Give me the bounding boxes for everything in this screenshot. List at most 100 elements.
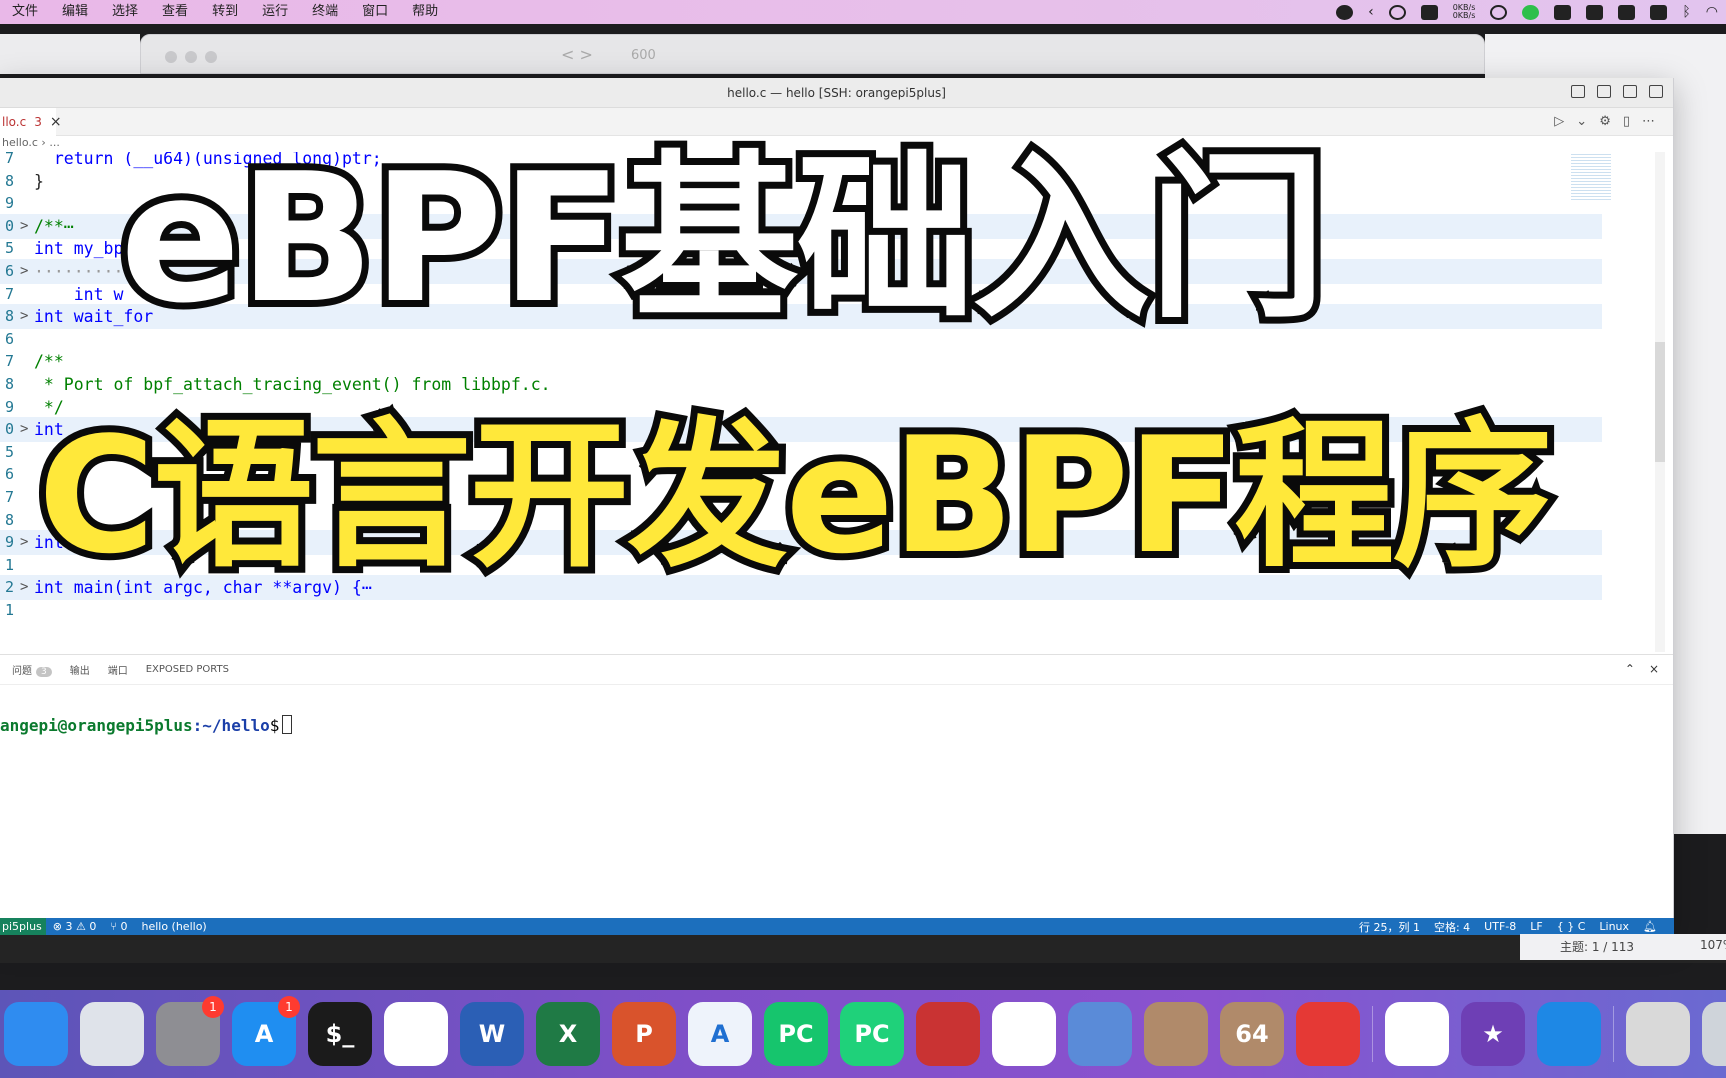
dock-chrome-icon[interactable] (384, 1002, 448, 1066)
dock-system-settings-icon[interactable]: 1 (156, 996, 224, 1066)
dock-instruments-icon[interactable]: A (688, 1002, 752, 1066)
menu-item-5[interactable]: 运行 (250, 0, 300, 24)
minimap[interactable] (1571, 154, 1611, 202)
chevron-down-icon[interactable]: ⌄ (1576, 114, 1587, 129)
menu-item-6[interactable]: 终端 (300, 0, 350, 24)
menu-item-4[interactable]: 转到 (200, 0, 250, 24)
more-icon[interactable]: ⋯ (1642, 114, 1655, 129)
dock-pref-avatar-icon[interactable] (1144, 1002, 1208, 1066)
nav-arrows[interactable]: < > (561, 45, 593, 64)
code-line[interactable]: 7 /** (0, 349, 1602, 374)
dock-word-icon[interactable]: W (460, 1002, 524, 1066)
terminal-prompt: angepi@orangepi5plus:~/hello$ (0, 715, 293, 735)
cat-icon[interactable] (1420, 4, 1438, 20)
dock-infuse-icon[interactable] (1537, 1002, 1601, 1066)
notification-badge: 1 (278, 996, 300, 1018)
background-window-left (0, 34, 140, 74)
dock-preview-icon[interactable] (1626, 1002, 1690, 1066)
menu-item-7[interactable]: 窗口 (350, 0, 400, 24)
ports-status[interactable]: ⑂ 0 (103, 920, 134, 933)
notifications-icon[interactable]: 🔔︎ (1636, 920, 1664, 933)
dock-imovie-icon[interactable]: ★ (1461, 1002, 1525, 1066)
input-icon[interactable] (1650, 4, 1668, 20)
line-number: 7 (4, 284, 14, 303)
dock-powerpoint-icon[interactable]: P (612, 1002, 676, 1066)
dock-excel-icon[interactable]: X (536, 1002, 600, 1066)
vpn-icon[interactable] (1388, 4, 1406, 20)
menu-item-0[interactable]: 文件 (0, 0, 50, 24)
n-icon[interactable] (1522, 4, 1540, 20)
tab-output[interactable]: 输出 (70, 662, 90, 677)
dock-app-store-icon[interactable]: A1 (232, 996, 300, 1066)
code-text: /** (34, 352, 64, 372)
run-icon[interactable]: ▷ (1554, 114, 1564, 129)
record-icon[interactable] (1336, 4, 1354, 20)
toggle-panel-icon[interactable] (1597, 85, 1611, 98)
close-icon[interactable]: × (50, 114, 62, 130)
encoding[interactable]: UTF-8 (1477, 920, 1523, 933)
indentation[interactable]: 空格: 4 (1427, 919, 1477, 935)
dock-simulator-icon[interactable] (1068, 1002, 1132, 1066)
split-editor-icon[interactable]: ▯ (1623, 114, 1630, 129)
dock-parallels-icon[interactable] (916, 1002, 980, 1066)
overlay-subtitle: C语言开发eBPF程序 (31, 402, 1559, 589)
cast-icon[interactable] (1586, 4, 1604, 20)
dock-icon-label: $_ (325, 1020, 355, 1048)
dock-icon-label: W (478, 1020, 506, 1048)
fold-chevron-icon[interactable]: > (20, 417, 28, 442)
editor-scrollbar[interactable] (1655, 152, 1665, 652)
status-area: ‹ 0KB/s 0KB/s ᛒ ◠ (1336, 0, 1718, 24)
dock-vscode-icon[interactable] (992, 1002, 1056, 1066)
code-line[interactable]: 1 (0, 598, 1602, 623)
tab-problems[interactable]: 问题 3 (12, 662, 52, 677)
dock-pycharm-ce-icon[interactable]: PC (840, 1002, 904, 1066)
tab-ports[interactable]: 端口 (108, 662, 128, 677)
problems-status[interactable]: ⊗ 3 ⚠ 0 (46, 920, 104, 933)
language-mode[interactable]: { } C (1550, 920, 1593, 933)
dock-launchpad-icon[interactable] (80, 1002, 144, 1066)
dock-safari-icon[interactable] (1385, 1002, 1449, 1066)
workspace-status[interactable]: hello (hello) (134, 920, 213, 933)
dock-pref-avatar-64-icon[interactable]: 64 (1220, 1002, 1284, 1066)
dock-xmind-icon[interactable] (1296, 1002, 1360, 1066)
end-of-line[interactable]: LF (1523, 920, 1549, 933)
dock-terminal-icon[interactable]: $_ (308, 1002, 372, 1066)
customize-layout-icon[interactable] (1649, 85, 1663, 98)
line-number: 7 (4, 488, 14, 506)
close-panel-icon[interactable]: × (1649, 662, 1659, 676)
wifi-icon[interactable]: ◠ (1706, 4, 1718, 20)
remote-indicator[interactable]: pi5plus (0, 918, 46, 935)
cursor-position[interactable]: 行 25，列 1 (1352, 919, 1427, 935)
line-number: 8 (4, 375, 14, 393)
tab-hello-c[interactable]: llo.c 3 × (0, 108, 62, 136)
gear-icon[interactable]: ⚙ (1599, 114, 1611, 129)
play-icon[interactable] (1490, 4, 1508, 20)
fold-chevron-icon[interactable]: > (20, 530, 28, 555)
code-text: int w (34, 284, 124, 304)
traffic-lights[interactable] (165, 51, 217, 63)
fold-chevron-icon[interactable]: > (20, 575, 28, 600)
menu-item-8[interactable]: 帮助 (400, 0, 450, 24)
menu-item-2[interactable]: 选择 (100, 0, 150, 24)
menu-item-3[interactable]: 查看 (150, 0, 200, 24)
maximize-panel-icon[interactable]: ⌃ (1625, 662, 1635, 676)
code-line[interactable]: 8 * Port of bpf_attach_tracing_event() f… (0, 372, 1602, 397)
dock-trash-icon[interactable] (1702, 1002, 1726, 1066)
os-indicator: Linux (1599, 920, 1630, 933)
dock-pycharm-icon[interactable]: PC (764, 1002, 828, 1066)
toggle-sidebar-icon[interactable] (1571, 85, 1585, 98)
bluetooth-icon[interactable]: ᛒ (1682, 4, 1690, 20)
shield-icon[interactable] (1618, 4, 1636, 20)
battery-icon[interactable] (1554, 4, 1572, 20)
tab-exposed-ports[interactable]: EXPOSED PORTS (146, 664, 229, 675)
chevron-left-icon[interactable]: ‹ (1368, 4, 1374, 20)
fold-chevron-icon[interactable]: > (20, 259, 28, 284)
menu-item-1[interactable]: 编辑 (50, 0, 100, 24)
terminal[interactable]: angepi@orangepi5plus:~/hello$ (0, 684, 1673, 908)
line-number: 9 (4, 397, 14, 416)
fold-chevron-icon[interactable]: > (20, 304, 28, 329)
dock-finder-icon[interactable] (4, 1002, 68, 1066)
dock-icon-label: A (710, 1020, 730, 1048)
fold-chevron-icon[interactable]: > (20, 214, 28, 239)
toggle-secondary-sidebar-icon[interactable] (1623, 85, 1637, 98)
